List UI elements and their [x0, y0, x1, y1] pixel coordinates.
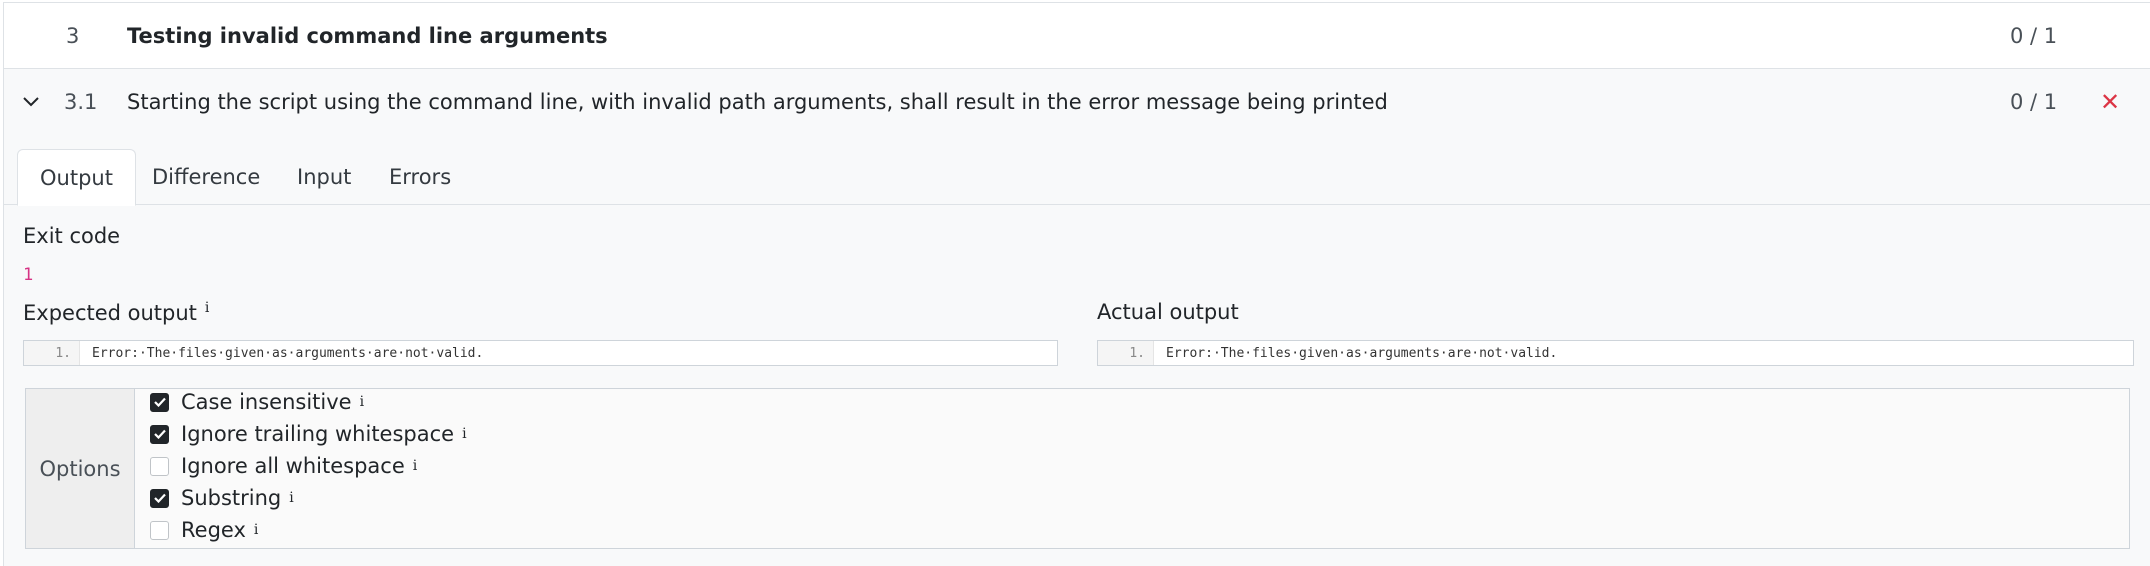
line-number: 1. — [1098, 341, 1154, 365]
tab-input[interactable]: Input — [275, 149, 373, 205]
test-title: Starting the script using the command li… — [127, 90, 1388, 114]
info-icon[interactable]: i — [254, 522, 258, 538]
expected-output-box: 1. Error:·The·files·given·as·arguments·a… — [23, 340, 1058, 366]
info-icon[interactable]: i — [413, 458, 417, 474]
option-substring[interactable]: Substring i — [150, 483, 294, 513]
options-panel: Options Case insensitive i Ignore trailin… — [25, 388, 2130, 549]
group-score: 0 / 1 — [2010, 23, 2058, 48]
info-icon[interactable]: i — [462, 426, 466, 442]
option-label: Ignore trailing whitespace — [181, 422, 455, 446]
checkbox-unchecked[interactable] — [150, 456, 169, 476]
tab-difference[interactable]: Difference — [130, 149, 282, 205]
code-line: Error:·The·files·given·as·arguments·are·… — [92, 345, 484, 361]
checkbox-checked[interactable] — [150, 488, 169, 508]
group-title: Testing invalid command line arguments — [127, 23, 608, 48]
actual-output-box: 1. Error:·The·files·given·as·arguments·a… — [1097, 340, 2134, 366]
options-label: Options — [26, 389, 135, 548]
option-label: Ignore all whitespace — [181, 454, 405, 478]
test-case-row[interactable]: 3.1 Starting the script using the comman… — [4, 69, 2150, 135]
tab-bar: Output Difference Input Errors — [4, 149, 2150, 206]
test-number: 3.1 — [64, 90, 98, 114]
group-number: 3 — [66, 23, 80, 48]
option-case-insensitive[interactable]: Case insensitive i — [150, 387, 364, 417]
test-details: Output Difference Input Errors Exit code… — [4, 135, 2150, 566]
option-label: Substring — [181, 486, 282, 510]
checkbox-unchecked[interactable] — [150, 520, 169, 540]
line-number: 1. — [24, 341, 80, 365]
chevron-down-icon[interactable] — [20, 91, 42, 113]
option-regex[interactable]: Regex i — [150, 515, 258, 545]
cross-icon: ✕ — [2100, 88, 2121, 116]
info-icon[interactable]: i — [289, 490, 293, 506]
option-label: Case insensitive — [181, 390, 352, 414]
exit-code-value: 1 — [23, 265, 34, 285]
info-icon[interactable]: i — [205, 300, 209, 316]
option-ignore-trailing-whitespace[interactable]: Ignore trailing whitespace i — [150, 419, 467, 449]
tab-output[interactable]: Output — [17, 149, 136, 206]
actual-output-label: Actual output — [1097, 300, 1239, 324]
checkbox-checked[interactable] — [150, 392, 169, 412]
expected-output-label-text: Expected output — [23, 301, 197, 325]
exit-code-label: Exit code — [23, 224, 121, 248]
tab-errors[interactable]: Errors — [367, 149, 473, 205]
test-score: 0 / 1 — [2010, 90, 2058, 114]
info-icon[interactable]: i — [360, 394, 364, 410]
option-label: Regex — [181, 518, 246, 542]
test-group-row: 3 Testing invalid command line arguments… — [4, 3, 2150, 69]
code-line: Error:·The·files·given·as·arguments·are·… — [1166, 345, 1558, 361]
checkbox-checked[interactable] — [150, 424, 169, 444]
option-ignore-all-whitespace[interactable]: Ignore all whitespace i — [150, 451, 417, 481]
expected-output-label: Expected output i — [23, 300, 209, 325]
